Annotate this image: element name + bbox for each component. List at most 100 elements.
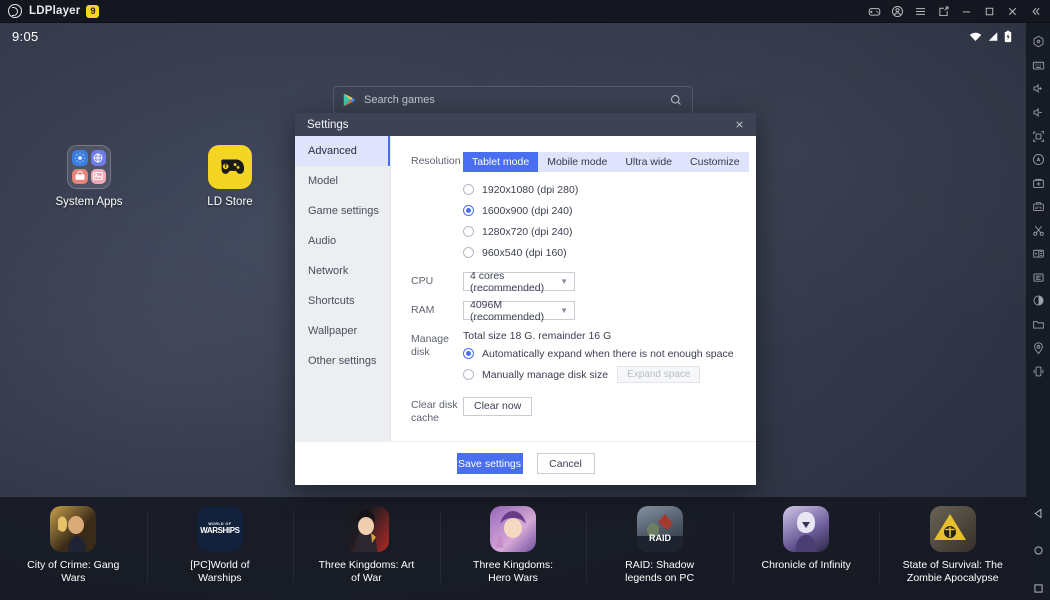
- resolution-option[interactable]: 960x540 (dpi 160): [463, 243, 756, 262]
- menu-icon[interactable]: [909, 0, 932, 23]
- ldplayer-logo-icon: [8, 4, 22, 18]
- back-icon[interactable]: [1026, 501, 1050, 525]
- resolution-content: Tablet mode Mobile mode Ultra wide Custo…: [463, 152, 756, 262]
- maximize-icon[interactable]: [978, 0, 1001, 23]
- tab-tablet-mode[interactable]: Tablet mode: [463, 152, 538, 172]
- sidebar-item-label: Advanced: [308, 145, 357, 157]
- fullscreen-target-icon[interactable]: [1026, 30, 1050, 54]
- game-icon: [783, 506, 829, 552]
- disk-option-label: Automatically expand when there is not e…: [482, 348, 734, 360]
- system-apps-folder-icon: [67, 145, 111, 189]
- sidebar-item-network[interactable]: Network: [295, 256, 390, 286]
- resolution-option[interactable]: 1280x720 (dpi 240): [463, 222, 756, 241]
- radio-icon[interactable]: [463, 348, 474, 359]
- manage-disk-content: Total size 18 G. remainder 16 G Automati…: [463, 330, 756, 384]
- disk-option-manual[interactable]: Manually manage disk size Expand space: [463, 365, 756, 384]
- game-tile[interactable]: WORLD OFWARSHIPS [PC]World of Warships: [147, 497, 294, 600]
- manage-disk-row: Manage disk Total size 18 G. remainder 1…: [391, 330, 756, 384]
- brightness-icon[interactable]: [1026, 289, 1050, 313]
- folder-icon[interactable]: [1026, 313, 1050, 337]
- auto-rotate-icon[interactable]: [1026, 148, 1050, 172]
- tab-mobile-mode[interactable]: Mobile mode: [538, 152, 616, 172]
- game-tile[interactable]: Three Kingdoms: Hero Wars: [440, 497, 587, 600]
- save-settings-button[interactable]: Save settings: [457, 453, 523, 474]
- account-icon[interactable]: [886, 0, 909, 23]
- sidebar-item-game-settings[interactable]: Game settings: [295, 196, 390, 226]
- apk-install-icon[interactable]: APK: [1026, 195, 1050, 219]
- scissors-icon[interactable]: [1026, 219, 1050, 243]
- expand-space-button[interactable]: Expand space: [617, 366, 700, 383]
- sidebar-item-label: Network: [308, 265, 348, 277]
- script-icon[interactable]: [1026, 266, 1050, 290]
- game-tile[interactable]: Chronicle of Infinity: [733, 497, 880, 600]
- tab-customize[interactable]: Customize: [681, 152, 749, 172]
- clear-cache-label: Clear disk cache: [391, 396, 463, 425]
- desktop-app-system-apps[interactable]: System Apps: [43, 145, 135, 208]
- radio-icon[interactable]: [463, 205, 474, 216]
- add-screenshot-icon[interactable]: [1026, 171, 1050, 195]
- ram-select-value: 4096M (recommended): [470, 299, 560, 323]
- game-tile[interactable]: State of Survival: The Zombie Apocalypse: [879, 497, 1026, 600]
- sidebar-item-model[interactable]: Model: [295, 166, 390, 196]
- signal-icon: [987, 31, 999, 42]
- gamepad-icon[interactable]: [863, 0, 886, 23]
- clear-cache-row: Clear disk cache Clear now: [391, 396, 756, 425]
- sidebar-item-audio[interactable]: Audio: [295, 226, 390, 256]
- close-icon[interactable]: [1001, 0, 1024, 23]
- sidebar-item-advanced[interactable]: Advanced: [295, 136, 390, 166]
- game-label: Chronicle of Infinity: [754, 559, 858, 572]
- video-record-icon[interactable]: [1026, 242, 1050, 266]
- close-icon[interactable]: [728, 115, 750, 135]
- search-games-bar[interactable]: Search games: [333, 86, 693, 114]
- disk-option-auto[interactable]: Automatically expand when there is not e…: [463, 344, 756, 363]
- game-tile[interactable]: City of Crime: Gang Wars: [0, 497, 147, 600]
- sidebar-item-shortcuts[interactable]: Shortcuts: [295, 286, 390, 316]
- resize-icon[interactable]: [1026, 124, 1050, 148]
- radio-icon[interactable]: [463, 226, 474, 237]
- location-icon[interactable]: [1026, 336, 1050, 360]
- clear-cache-content: Clear now: [463, 396, 756, 425]
- radio-icon[interactable]: [463, 184, 474, 195]
- resolution-option[interactable]: 1600x900 (dpi 240): [463, 201, 756, 220]
- app-title: LDPlayer: [29, 5, 80, 17]
- sidebar-item-other-settings[interactable]: Other settings: [295, 346, 390, 376]
- cpu-select[interactable]: 4 cores (recommended) ▼: [463, 272, 575, 291]
- volume-down-icon[interactable]: [1026, 101, 1050, 125]
- clear-now-button[interactable]: Clear now: [463, 397, 532, 416]
- radio-icon[interactable]: [463, 247, 474, 258]
- recommended-games-shelf: City of Crime: Gang Wars WORLD OFWARSHIP…: [0, 497, 1026, 600]
- window-controls: [863, 0, 1050, 23]
- chevron-down-icon: ▼: [560, 306, 568, 315]
- ram-label: RAM: [391, 301, 463, 320]
- recents-icon[interactable]: [1026, 576, 1050, 600]
- resolution-option[interactable]: 1920x1080 (dpi 280): [463, 180, 756, 199]
- tab-ultra-wide[interactable]: Ultra wide: [616, 152, 681, 172]
- cancel-button[interactable]: Cancel: [537, 453, 595, 474]
- gear-icon: [72, 150, 88, 166]
- home-icon[interactable]: [1026, 539, 1050, 563]
- resolution-row: Resolution Tablet mode Mobile mode Ultra…: [391, 152, 756, 262]
- collapse-icon[interactable]: [1024, 0, 1047, 23]
- desktop-app-ld-store[interactable]: LD Store: [184, 145, 276, 208]
- ldplayer-window: LDPlayer 9: [0, 0, 1050, 600]
- dialog-sidebar: Advanced Model Game settings Audio Netwo…: [295, 136, 391, 441]
- game-label: Three Kingdoms: Hero Wars: [461, 559, 565, 584]
- sidebar-item-wallpaper[interactable]: Wallpaper: [295, 316, 390, 346]
- game-tile[interactable]: Three Kingdoms: Art of War: [293, 497, 440, 600]
- dialog-body: Advanced Model Game settings Audio Netwo…: [295, 136, 756, 441]
- shake-icon[interactable]: [1026, 360, 1050, 384]
- game-tile[interactable]: RAID RAID: Shadow legends on PC: [586, 497, 733, 600]
- minimize-icon[interactable]: [955, 0, 978, 23]
- resolution-option-label: 1280x720 (dpi 240): [482, 226, 573, 238]
- resolution-mode-tabs: Tablet mode Mobile mode Ultra wide Custo…: [463, 152, 749, 172]
- search-icon[interactable]: [670, 94, 682, 106]
- ram-select[interactable]: 4096M (recommended) ▼: [463, 301, 575, 320]
- volume-up-icon[interactable]: [1026, 77, 1050, 101]
- manage-disk-label: Manage disk: [391, 330, 463, 384]
- radio-icon[interactable]: [463, 369, 474, 380]
- multi-instance-icon[interactable]: [932, 0, 955, 23]
- search-input-placeholder[interactable]: Search games: [364, 94, 435, 106]
- sidebar-item-label: Model: [308, 175, 338, 187]
- keyboard-icon[interactable]: [1026, 54, 1050, 78]
- sidebar-item-label: Other settings: [308, 355, 376, 367]
